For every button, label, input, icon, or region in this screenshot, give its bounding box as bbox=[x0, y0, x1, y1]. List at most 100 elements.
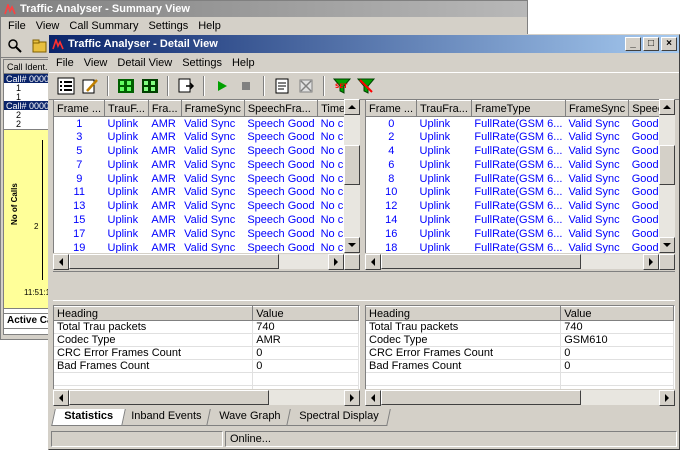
clear-button[interactable] bbox=[295, 76, 317, 96]
clear-filter-button[interactable] bbox=[355, 76, 377, 96]
menu-settings[interactable]: Settings bbox=[177, 57, 227, 69]
scroll-right-button[interactable] bbox=[328, 254, 344, 270]
scroll-up-button[interactable] bbox=[344, 99, 360, 115]
downlink-col-frame[interactable]: Frame ... bbox=[366, 100, 418, 117]
tab-active-calls[interactable]: Active Ca bbox=[3, 313, 53, 329]
table-row[interactable]: 8 Uplink FullRate(GSM 6... Valid Sync Good S… bbox=[366, 172, 674, 186]
summary-menu-view[interactable]: View bbox=[31, 20, 65, 32]
table-row[interactable]: 14 Uplink FullRate(GSM 6... Valid Sync Good … bbox=[366, 213, 674, 227]
list-view-button[interactable] bbox=[55, 76, 77, 96]
stats-col-value[interactable]: Value bbox=[560, 306, 674, 321]
summary-menu-settings[interactable]: Settings bbox=[143, 20, 193, 32]
uplink-frame-grid[interactable]: Frame ... TrauF... Fra... FrameSync Spee… bbox=[53, 99, 360, 269]
minimize-button[interactable]: _ bbox=[625, 37, 641, 51]
scroll-left-button[interactable] bbox=[53, 390, 69, 406]
edit-button[interactable] bbox=[79, 76, 101, 96]
table-row[interactable]: 9UplinkAMRValid SyncSpeech GoodNo chang bbox=[54, 172, 359, 186]
table-row[interactable]: 12 Uplink FullRate(GSM 6... Valid Sync Good … bbox=[366, 199, 674, 213]
stop-button[interactable] bbox=[235, 76, 257, 96]
pane-splitter[interactable] bbox=[53, 271, 675, 301]
table-row[interactable]: 7UplinkAMRValid SyncSpeech GoodNo chang bbox=[54, 158, 359, 172]
table-row[interactable]: 5UplinkAMRValid SyncSpeech GoodNo chang bbox=[54, 144, 359, 158]
scroll-thumb[interactable] bbox=[381, 390, 581, 405]
uplink-col-frame[interactable]: Frame ... bbox=[54, 100, 106, 117]
uplink-hscroll[interactable] bbox=[53, 253, 360, 270]
stats-col-heading[interactable]: Heading bbox=[54, 306, 254, 321]
downlink-frames-button[interactable] bbox=[139, 76, 161, 96]
scroll-left-button[interactable] bbox=[365, 390, 381, 406]
detail-titlebar[interactable]: Traffic Analyser - Detail View _ □ × bbox=[49, 35, 679, 53]
table-row[interactable]: 0 Uplink FullRate(GSM 6... Valid Sync Good S… bbox=[366, 117, 674, 131]
tab-statistics[interactable]: Statistics bbox=[51, 409, 126, 426]
uplink-col-frametype[interactable]: Fra... bbox=[148, 100, 182, 117]
table-row[interactable]: 15UplinkAMRValid SyncSpeech GoodNo chang bbox=[54, 213, 359, 227]
call-ident-header[interactable]: Call Ident... bbox=[4, 60, 50, 74]
scroll-thumb[interactable] bbox=[381, 254, 581, 269]
search-button[interactable] bbox=[4, 36, 26, 56]
stats-row[interactable]: Total Trau packets 740 bbox=[366, 320, 674, 334]
table-row[interactable]: 11UplinkAMRValid SyncSpeech GoodNo chang bbox=[54, 185, 359, 199]
tree-item-child[interactable]: 2 bbox=[4, 119, 50, 128]
stats-row[interactable]: Codec Type AMR bbox=[54, 333, 359, 347]
close-button[interactable]: × bbox=[661, 37, 677, 51]
report-button[interactable] bbox=[271, 76, 293, 96]
set-filter-button[interactable]: SET bbox=[331, 76, 353, 96]
tree-item-child[interactable]: 1 bbox=[4, 92, 50, 101]
table-row[interactable]: 2 Uplink FullRate(GSM 6... Valid Sync Good S… bbox=[366, 130, 674, 144]
scroll-left-button[interactable] bbox=[365, 254, 381, 270]
downlink-col-trauframe[interactable]: TrauFra... bbox=[416, 100, 472, 117]
uplink-col-speechframe[interactable]: SpeechFra... bbox=[244, 100, 319, 117]
downlink-col-framesync[interactable]: FrameSync bbox=[565, 100, 630, 117]
scroll-right-button[interactable] bbox=[659, 390, 675, 406]
scroll-left-button[interactable] bbox=[53, 254, 69, 270]
stats-row[interactable]: Total Trau packets 740 bbox=[54, 320, 359, 334]
table-row[interactable]: 10 Uplink FullRate(GSM 6... Valid Sync Good … bbox=[366, 185, 674, 199]
scroll-down-button[interactable] bbox=[344, 237, 360, 253]
uplink-frames-button[interactable] bbox=[115, 76, 137, 96]
table-row[interactable]: 16 Uplink FullRate(GSM 6... Valid Sync Good … bbox=[366, 227, 674, 241]
scroll-thumb[interactable] bbox=[69, 254, 279, 269]
stats-row[interactable]: Bad Frames Count 0 bbox=[366, 359, 674, 373]
stats-row[interactable]: CRC Error Frames Count 0 bbox=[54, 346, 359, 360]
tree-item-call[interactable]: Call# 0000 bbox=[4, 101, 50, 110]
downlink-frame-grid[interactable]: Frame ... TrauFra... FrameType FrameSync… bbox=[365, 99, 675, 269]
tree-item-child[interactable]: 2 bbox=[4, 110, 50, 119]
stats-col-heading[interactable]: Heading bbox=[366, 306, 562, 321]
table-row[interactable]: 3UplinkAMRValid SyncSpeech GoodNo chang bbox=[54, 130, 359, 144]
summary-menu-call-summary[interactable]: Call Summary bbox=[64, 20, 143, 32]
scroll-down-button[interactable] bbox=[659, 237, 675, 253]
table-row[interactable]: 13UplinkAMRValid SyncSpeech GoodNo chang bbox=[54, 199, 359, 213]
play-button[interactable] bbox=[211, 76, 233, 96]
stats-col-value[interactable]: Value bbox=[252, 306, 359, 321]
uplink-col-framesync[interactable]: FrameSync bbox=[181, 100, 245, 117]
scroll-thumb[interactable] bbox=[344, 145, 360, 185]
summary-menu-help[interactable]: Help bbox=[193, 20, 226, 32]
stats-row[interactable]: Bad Frames Count 0 bbox=[54, 359, 359, 373]
scroll-up-button[interactable] bbox=[659, 99, 675, 115]
scroll-thumb[interactable] bbox=[659, 145, 675, 185]
scroll-right-button[interactable] bbox=[643, 254, 659, 270]
tab-spectral-display[interactable]: Spectral Display bbox=[285, 409, 391, 426]
downlink-vscroll[interactable] bbox=[659, 99, 675, 253]
table-row[interactable]: 1UplinkAMRValid SyncSpeech GoodNo chang bbox=[54, 117, 359, 131]
scroll-right-button[interactable] bbox=[344, 390, 360, 406]
stats-row[interactable]: Codec Type GSM610 bbox=[366, 333, 674, 347]
downlink-hscroll[interactable] bbox=[365, 253, 675, 270]
uplink-vscroll[interactable] bbox=[344, 99, 360, 253]
summary-menu-file[interactable]: File bbox=[3, 20, 31, 32]
export-button[interactable] bbox=[175, 76, 197, 96]
uplink-stats-hscroll[interactable] bbox=[53, 389, 360, 406]
downlink-stats-hscroll[interactable] bbox=[365, 389, 675, 406]
tab-inband-events[interactable]: Inband Events bbox=[118, 409, 215, 426]
tree-item-child[interactable]: 1 bbox=[4, 83, 50, 92]
stats-row[interactable]: CRC Error Frames Count 0 bbox=[366, 346, 674, 360]
table-row[interactable]: 17UplinkAMRValid SyncSpeech GoodNo chang bbox=[54, 227, 359, 241]
menu-help[interactable]: Help bbox=[227, 57, 260, 69]
scroll-thumb[interactable] bbox=[69, 390, 269, 405]
menu-file[interactable]: File bbox=[51, 57, 79, 69]
menu-detail-view[interactable]: Detail View bbox=[112, 57, 177, 69]
downlink-col-frametype[interactable]: FrameType bbox=[471, 100, 566, 117]
summary-titlebar[interactable]: Traffic Analyser - Summary View bbox=[1, 1, 527, 17]
tab-wave-graph[interactable]: Wave Graph bbox=[206, 409, 294, 426]
uplink-col-trauframe[interactable]: TrauF... bbox=[104, 100, 149, 117]
